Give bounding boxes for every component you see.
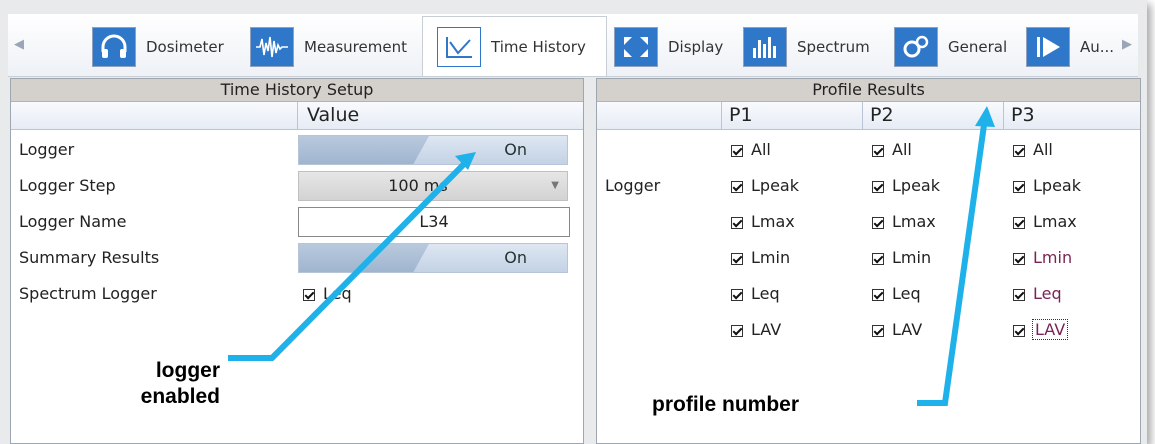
arrow-profile-number	[917, 117, 988, 406]
app-window: ◀ Dosimeter Measurement Time History Dis…	[0, 0, 1147, 444]
annotation-profile-number: profile number	[652, 393, 800, 416]
arrowhead-icon	[975, 106, 995, 127]
arrow-logger-enabled	[228, 157, 471, 361]
annotation-logger-enabled: logger enabled	[140, 359, 220, 408]
